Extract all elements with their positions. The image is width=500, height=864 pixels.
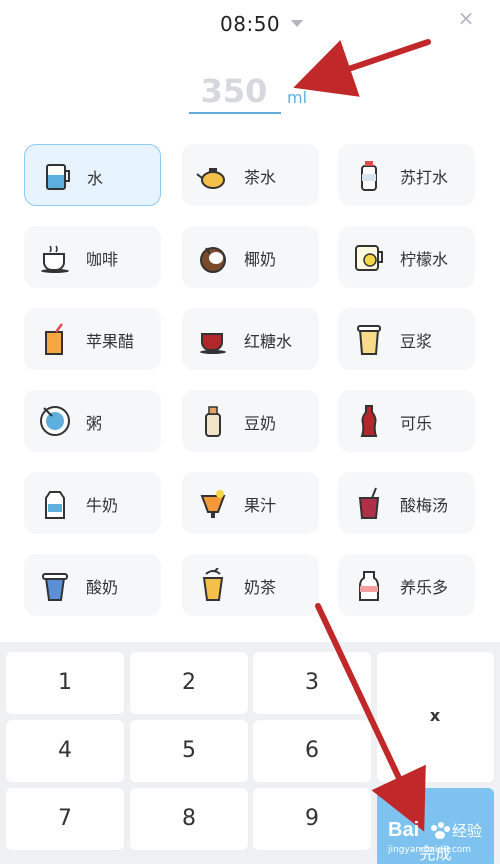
drink-label: 酸梅汤 <box>400 496 449 515</box>
soda-bottle-icon <box>352 158 386 192</box>
key-label: 9 <box>305 806 319 831</box>
key-9[interactable]: 9 <box>253 788 371 850</box>
drink-label: 茶水 <box>244 168 277 187</box>
drink-label: 奶茶 <box>244 578 277 597</box>
drink-option[interactable]: 奶茶 <box>182 554 319 616</box>
teapot-icon <box>196 158 230 192</box>
yogurt-icon <box>38 568 72 602</box>
brown-sugar-water-icon <box>196 322 230 356</box>
drink-label: 咖啡 <box>86 250 119 269</box>
yakult-icon <box>352 568 386 602</box>
backspace-button[interactable]: x <box>412 698 458 734</box>
drink-label: 粥 <box>86 414 103 433</box>
key-1[interactable]: 1 <box>6 652 124 714</box>
key-label: 1 <box>58 670 72 695</box>
drink-label: 红糖水 <box>244 332 293 351</box>
close-button[interactable]: × <box>456 6 476 30</box>
drink-option[interactable]: 豆奶 <box>182 390 319 452</box>
drink-option[interactable]: 苏打水 <box>338 144 475 206</box>
key-5[interactable]: 5 <box>130 720 248 782</box>
drink-label: 椰奶 <box>244 250 277 269</box>
key-label: 3 <box>305 670 319 695</box>
key-label: 8 <box>182 806 196 831</box>
drink-option[interactable]: 酸奶 <box>24 554 161 616</box>
soy-milk-bottle-icon <box>196 404 230 438</box>
done-label: 完成 <box>419 844 452 863</box>
lemon-water-icon <box>352 240 386 274</box>
drink-label: 柠檬水 <box>400 250 449 269</box>
plum-drink-icon <box>352 486 386 520</box>
drink-label: 豆奶 <box>244 414 277 433</box>
porridge-bowl-icon <box>38 404 72 438</box>
numeric-keypad: 1 2 3 4 5 6 7 8 9 x 完成 <box>0 642 500 864</box>
drink-option[interactable]: 水 <box>24 144 161 206</box>
key-4[interactable]: 4 <box>6 720 124 782</box>
drink-option[interactable]: 柠檬水 <box>338 226 475 288</box>
soy-milk-cup-icon <box>352 322 386 356</box>
key-label: 4 <box>58 738 72 763</box>
drink-label: 苹果醋 <box>86 332 135 351</box>
drink-label: 牛奶 <box>86 496 119 515</box>
milk-carton-icon <box>38 486 72 520</box>
drink-option[interactable]: 豆浆 <box>338 308 475 370</box>
water-glass-icon <box>39 159 73 193</box>
drink-option[interactable]: 椰奶 <box>182 226 319 288</box>
drink-label: 水 <box>87 169 104 188</box>
amount-field[interactable] <box>189 70 281 114</box>
drink-option[interactable]: 苹果醋 <box>24 308 161 370</box>
key-label: 5 <box>182 738 196 763</box>
drink-option[interactable]: 咖啡 <box>24 226 161 288</box>
amount-unit: ml <box>287 88 308 107</box>
key-2[interactable]: 2 <box>130 652 248 714</box>
key-label: 7 <box>58 806 72 831</box>
drink-label: 酸奶 <box>86 578 119 597</box>
juice-glass-icon <box>196 486 230 520</box>
key-7[interactable]: 7 <box>6 788 124 850</box>
drink-option[interactable]: 可乐 <box>338 390 475 452</box>
key-3[interactable]: 3 <box>253 652 371 714</box>
drink-option[interactable]: 粥 <box>24 390 161 452</box>
amount-input[interactable] <box>189 72 279 110</box>
coffee-cup-icon <box>38 240 72 274</box>
drink-option[interactable]: 牛奶 <box>24 472 161 534</box>
header: 08:50 × <box>0 0 500 50</box>
done-button[interactable]: 完成 <box>377 788 494 864</box>
drink-option[interactable]: 茶水 <box>182 144 319 206</box>
key-8[interactable]: 8 <box>130 788 248 850</box>
drink-label: 苏打水 <box>400 168 449 187</box>
drink-option[interactable]: 酸梅汤 <box>338 472 475 534</box>
coconut-icon <box>196 240 230 274</box>
drink-option[interactable]: 红糖水 <box>182 308 319 370</box>
cola-bottle-icon <box>352 404 386 438</box>
key-label: 2 <box>182 670 196 695</box>
drink-label: 果汁 <box>244 496 277 515</box>
drink-label: 豆浆 <box>400 332 433 351</box>
apple-vinegar-icon <box>38 322 72 356</box>
milk-tea-icon <box>196 567 230 602</box>
drink-option[interactable]: 养乐多 <box>338 554 475 616</box>
caret-down-icon[interactable] <box>291 20 303 27</box>
time-selector[interactable]: 08:50 <box>220 12 280 36</box>
drink-label: 养乐多 <box>400 578 449 597</box>
key-6[interactable]: 6 <box>253 720 371 782</box>
key-label: 6 <box>305 738 319 763</box>
drink-label: 可乐 <box>400 414 433 433</box>
drink-option[interactable]: 果汁 <box>182 472 319 534</box>
